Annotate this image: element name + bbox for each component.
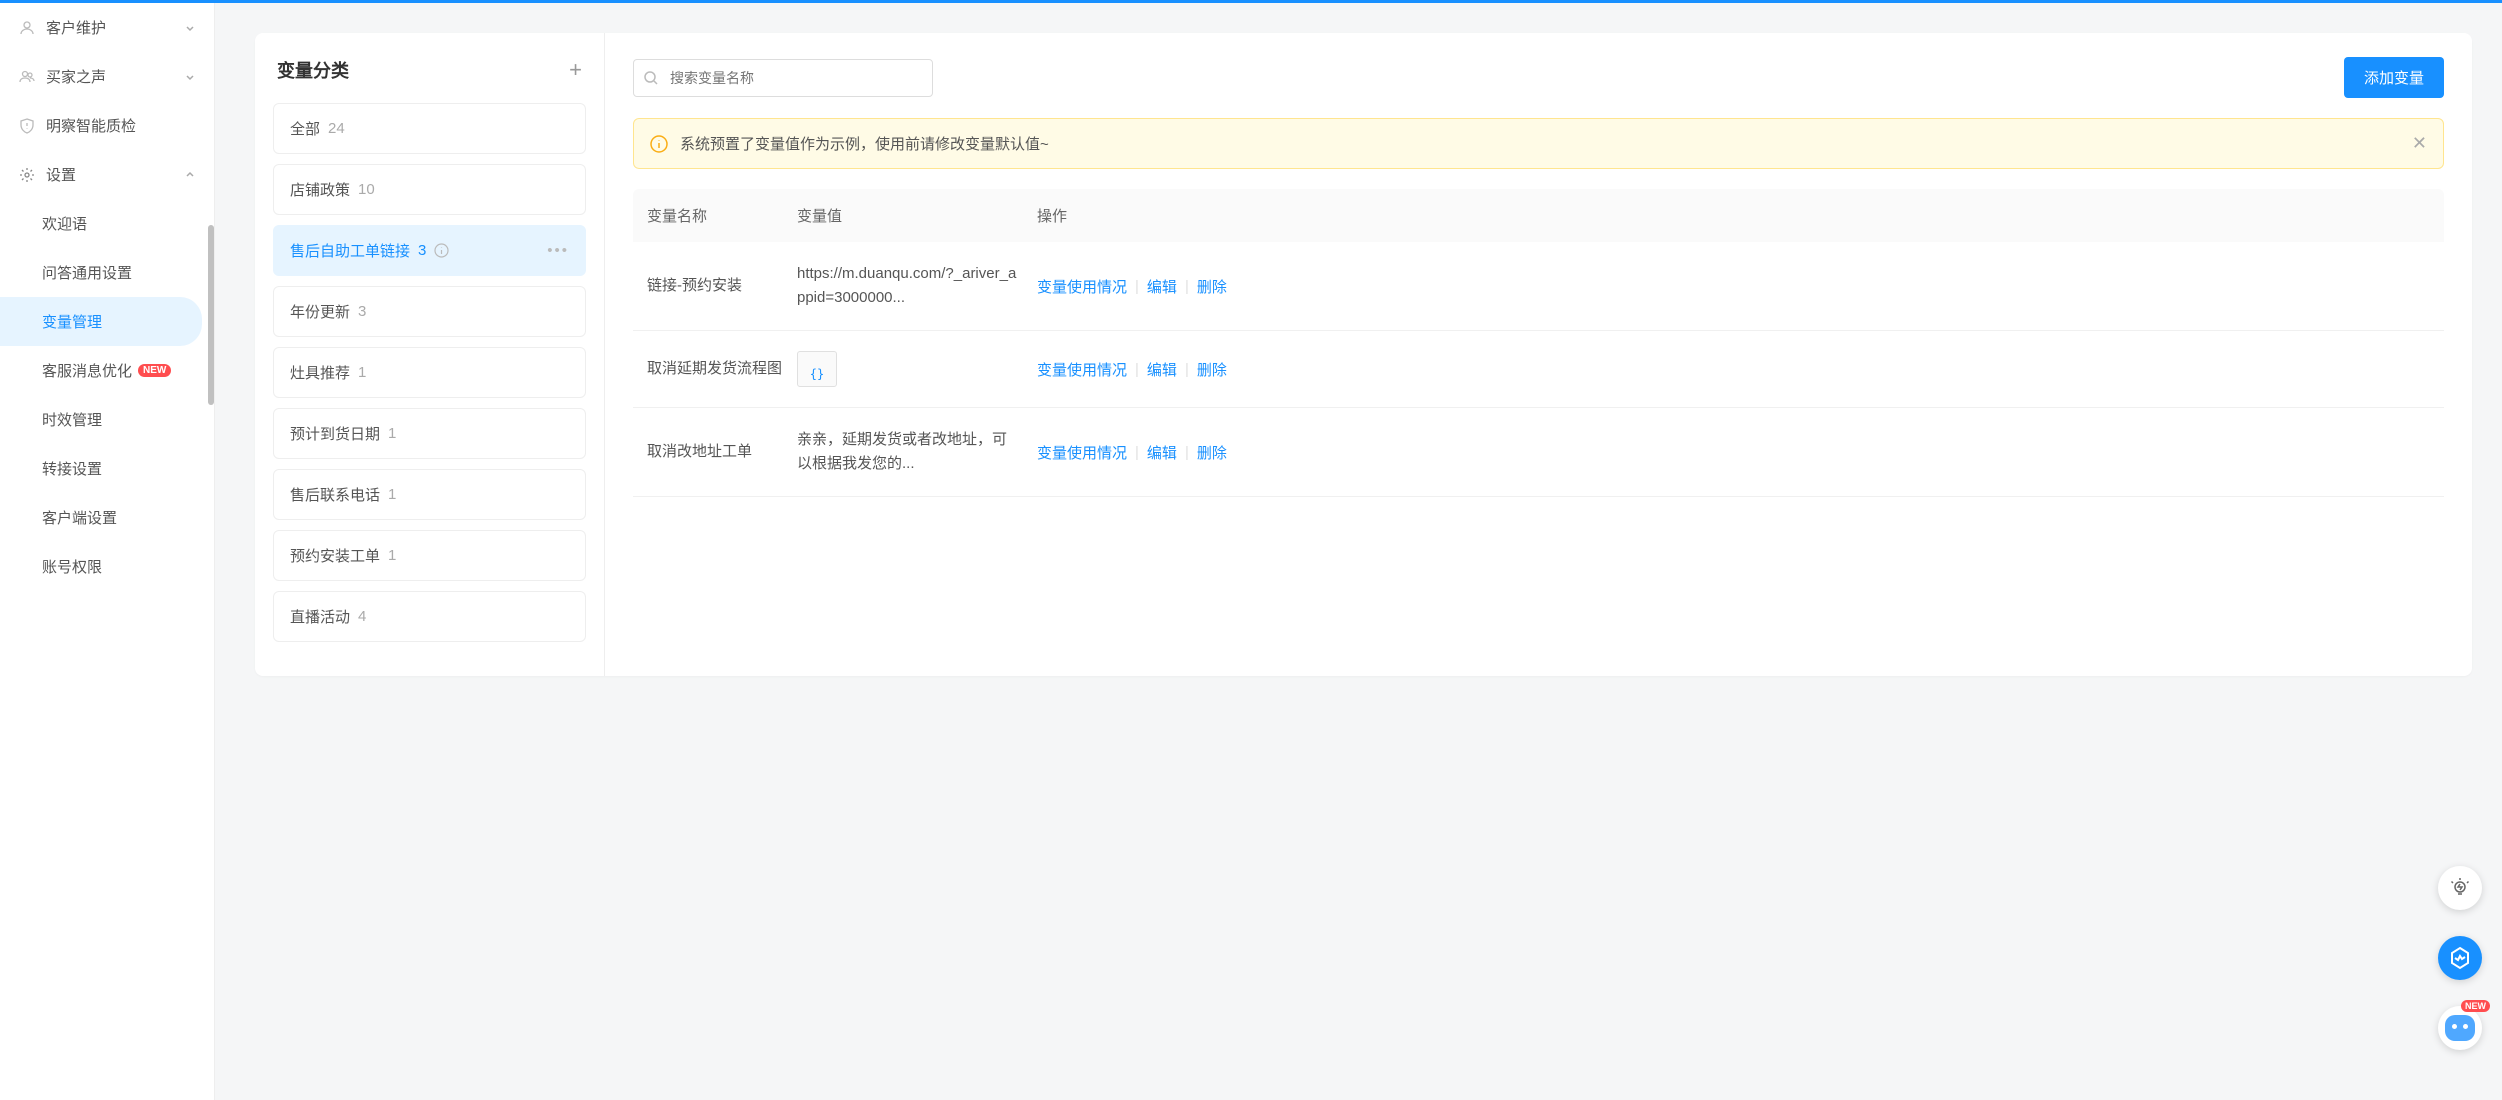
category-item[interactable]: 全部 24	[273, 103, 586, 154]
variable-name: 取消改地址工单	[647, 440, 797, 464]
category-name: 全部	[290, 118, 320, 139]
header-name: 变量名称	[647, 205, 797, 226]
sub-time-manage[interactable]: 时效管理	[0, 395, 214, 444]
gear-icon	[18, 166, 36, 184]
header-value: 变量值	[797, 205, 1037, 226]
header-actions: 操作	[1037, 205, 2430, 226]
edit-link[interactable]: 编辑	[1147, 442, 1177, 463]
edit-link[interactable]: 编辑	[1147, 276, 1177, 297]
bot-float-button[interactable]: NEW	[2438, 1006, 2482, 1050]
table-row: 取消改地址工单亲亲，延期发货或者改地址，可以根据我发您的...变量使用情况|编辑…	[633, 408, 2444, 497]
new-badge: NEW	[138, 364, 171, 377]
category-count: 1	[358, 364, 366, 381]
sub-message-optimize[interactable]: 客服消息优化 NEW	[0, 346, 214, 395]
nav-label: 设置	[46, 164, 76, 185]
sub-qa-general[interactable]: 问答通用设置	[0, 248, 214, 297]
sidebar: 客户维护 买家之声 明察智能质检 设置	[0, 3, 215, 1100]
category-item[interactable]: 直播活动 4	[273, 591, 586, 642]
table-row: 取消延期发货流程图{}变量使用情况|编辑|删除	[633, 331, 2444, 408]
category-count: 4	[358, 608, 366, 625]
nav-customer-maintain[interactable]: 客户维护	[0, 3, 214, 52]
category-count: 1	[388, 425, 396, 442]
category-name: 预计到货日期	[290, 423, 380, 444]
category-count: 1	[388, 486, 396, 503]
sub-variable-manage[interactable]: 变量管理	[0, 297, 202, 346]
nav-label: 买家之声	[46, 66, 106, 87]
category-name: 年份更新	[290, 301, 350, 322]
new-badge: NEW	[2461, 1000, 2490, 1012]
category-name: 预约安装工单	[290, 545, 380, 566]
category-item[interactable]: 预约安装工单 1	[273, 530, 586, 581]
category-item[interactable]: 售后自助工单链接 3 •••	[273, 225, 586, 276]
monitor-float-button[interactable]	[2438, 936, 2482, 980]
variable-name: 取消延期发货流程图	[647, 357, 797, 381]
category-count: 3	[418, 242, 426, 259]
info-alert: 系统预置了变量值作为示例，使用前请修改变量默认值~ ✕	[633, 118, 2444, 169]
category-count: 24	[328, 120, 345, 137]
content-column: 添加变量 系统预置了变量值作为示例，使用前请修改变量默认值~ ✕ 变量名称 变量…	[605, 33, 2472, 676]
nav-label: 明察智能质检	[46, 115, 136, 136]
category-column: 变量分类 + 全部24店铺政策10售后自助工单链接3•••年份更新3灶具推荐1预…	[255, 33, 605, 676]
nav-buyer-voice[interactable]: 买家之声	[0, 52, 214, 101]
usage-link[interactable]: 变量使用情况	[1037, 442, 1127, 463]
group-icon	[18, 68, 36, 86]
add-variable-button[interactable]: 添加变量	[2344, 57, 2444, 98]
category-item[interactable]: 售后联系电话 1	[273, 469, 586, 520]
sub-client[interactable]: 客户端设置	[0, 493, 214, 542]
category-count: 3	[358, 303, 366, 320]
category-name: 售后联系电话	[290, 484, 380, 505]
usage-link[interactable]: 变量使用情况	[1037, 359, 1127, 380]
variable-name: 链接-预约安装	[647, 274, 797, 298]
category-name: 直播活动	[290, 606, 350, 627]
edit-link[interactable]: 编辑	[1147, 359, 1177, 380]
category-item[interactable]: 灶具推荐 1	[273, 347, 586, 398]
variable-value: https://m.duanqu.com/?_ariver_appid=3000…	[797, 265, 1016, 306]
category-item[interactable]: 预计到货日期 1	[273, 408, 586, 459]
table-row: 链接-预约安装https://m.duanqu.com/?_ariver_app…	[633, 242, 2444, 331]
category-count: 1	[388, 547, 396, 564]
nav-settings[interactable]: 设置	[0, 150, 214, 199]
search-icon	[643, 70, 659, 86]
alert-text: 系统预置了变量值作为示例，使用前请修改变量默认值~	[680, 133, 1049, 154]
sub-account-perm[interactable]: 账号权限	[0, 542, 214, 591]
variable-value: 亲亲，延期发货或者改地址，可以根据我发您的...	[797, 431, 1007, 472]
chevron-down-icon	[184, 22, 196, 34]
info-icon	[650, 135, 668, 153]
delete-link[interactable]: 删除	[1197, 276, 1227, 297]
image-thumbnail[interactable]: {}	[797, 351, 837, 387]
category-count: 10	[358, 181, 375, 198]
nav-label: 客户维护	[46, 17, 106, 38]
shield-icon	[18, 117, 36, 135]
category-name: 店铺政策	[290, 179, 350, 200]
category-name: 售后自助工单链接	[290, 240, 410, 261]
category-title: 变量分类	[277, 57, 349, 83]
sub-transfer[interactable]: 转接设置	[0, 444, 214, 493]
user-icon	[18, 19, 36, 37]
sub-welcome[interactable]: 欢迎语	[0, 199, 214, 248]
add-category-button[interactable]: +	[569, 57, 582, 83]
category-item[interactable]: 店铺政策 10	[273, 164, 586, 215]
more-icon[interactable]: •••	[547, 242, 569, 259]
info-icon	[434, 243, 449, 258]
category-name: 灶具推荐	[290, 362, 350, 383]
category-item[interactable]: 年份更新 3	[273, 286, 586, 337]
delete-link[interactable]: 删除	[1197, 359, 1227, 380]
delete-link[interactable]: 删除	[1197, 442, 1227, 463]
bot-face-icon	[2445, 1015, 2475, 1041]
table-header: 变量名称 变量值 操作	[633, 189, 2444, 242]
chevron-up-icon	[184, 169, 196, 181]
scrollbar[interactable]	[208, 225, 214, 405]
main-content: 变量分类 + 全部24店铺政策10售后自助工单链接3•••年份更新3灶具推荐1预…	[215, 3, 2502, 1100]
usage-link[interactable]: 变量使用情况	[1037, 276, 1127, 297]
idea-float-button[interactable]	[2438, 866, 2482, 910]
nav-quality-check[interactable]: 明察智能质检	[0, 101, 214, 150]
search-box	[633, 59, 933, 97]
close-icon[interactable]: ✕	[2412, 133, 2427, 154]
chevron-down-icon	[184, 71, 196, 83]
search-input[interactable]	[633, 59, 933, 97]
